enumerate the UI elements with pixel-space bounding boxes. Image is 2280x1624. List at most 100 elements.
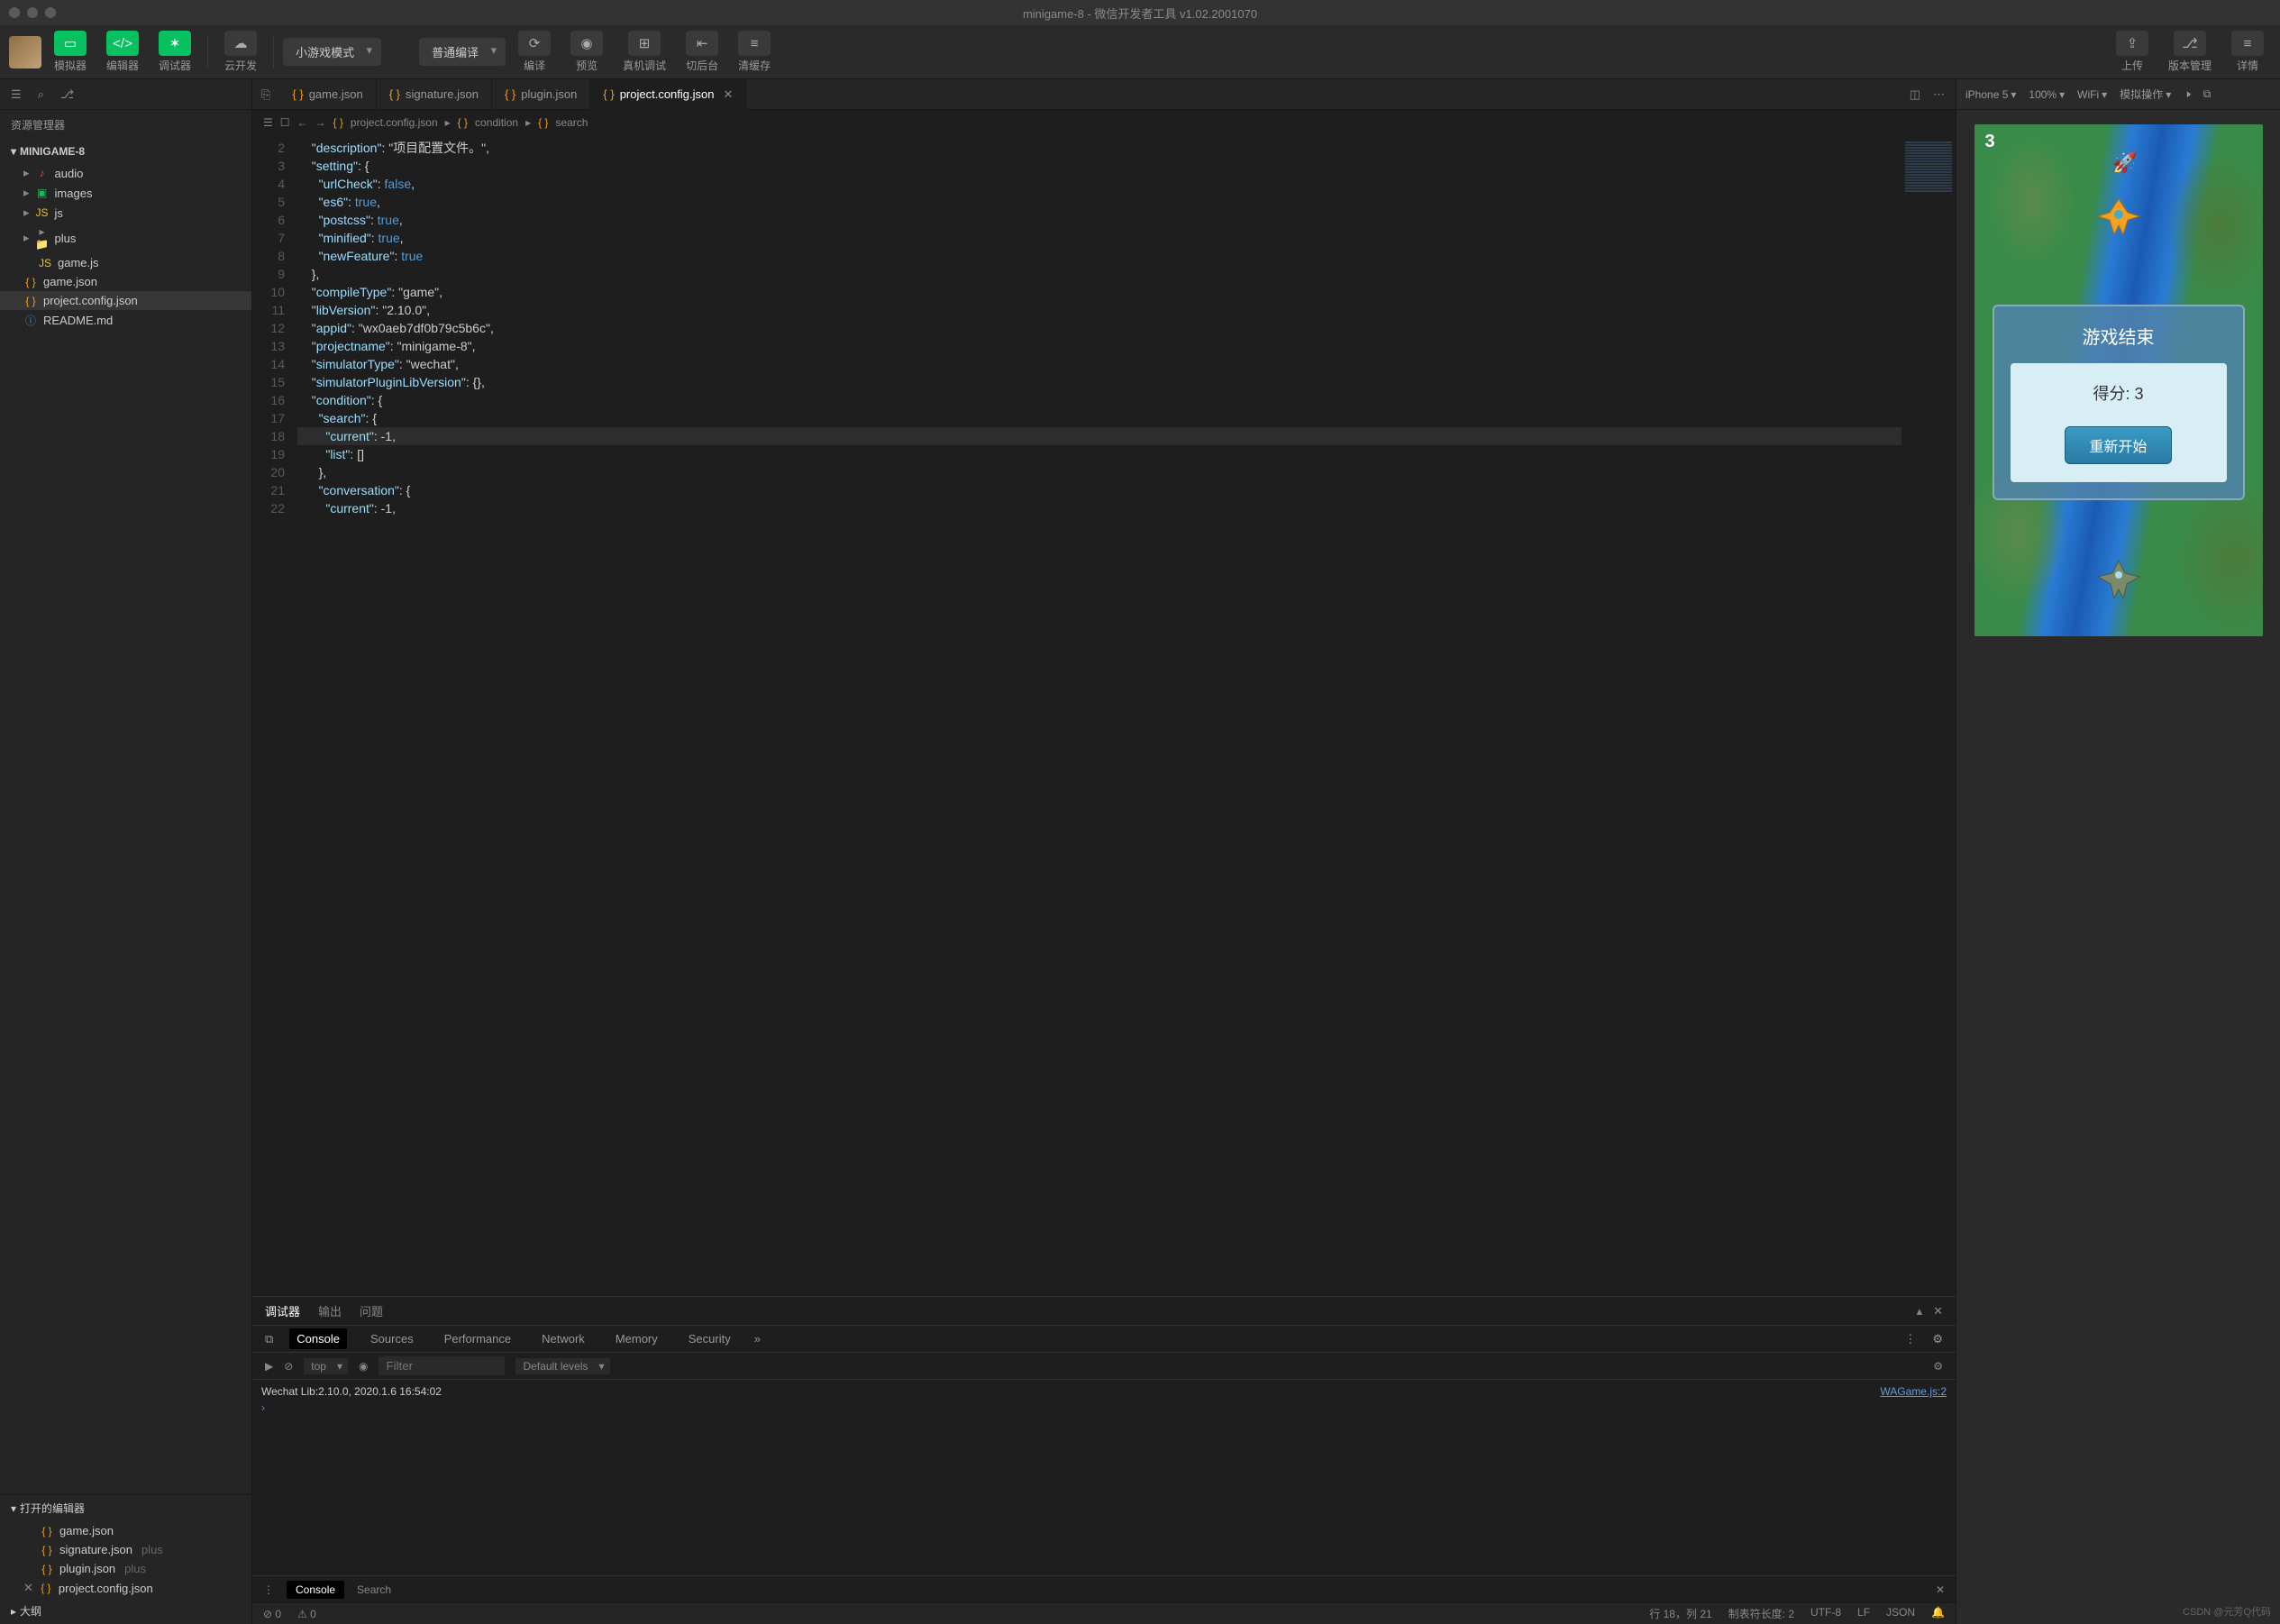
zoom-select[interactable]: 100% ▾ — [2029, 88, 2065, 101]
open-editor-game.json[interactable]: { }game.json — [0, 1521, 251, 1540]
tree-item-project.config.json[interactable]: { }project.config.json — [0, 291, 251, 310]
popout-icon[interactable]: ⧉ — [2203, 87, 2212, 101]
editor-toggle[interactable]: </>编辑器 — [99, 31, 146, 73]
tree-item-plus[interactable]: ▸▸ 📁plus — [0, 223, 251, 253]
tab-project.config.json[interactable]: { }project.config.json✕ — [590, 79, 746, 109]
game-score: 3 — [1985, 132, 1995, 152]
tree-item-game.js[interactable]: JSgame.js — [0, 253, 251, 272]
maximize-window[interactable] — [45, 7, 56, 18]
real-debug-button[interactable]: ⊞真机调试 — [616, 31, 673, 73]
restart-button[interactable]: 重新开始 — [2065, 426, 2171, 464]
mute-icon[interactable]: 🕨 — [2184, 87, 2191, 101]
minimize-window[interactable] — [27, 7, 38, 18]
devtab-console[interactable]: Console — [289, 1328, 347, 1349]
compile-mode-dropdown[interactable]: 普通编译 — [419, 38, 506, 66]
status-tabsize[interactable]: 制表符长度: 2 — [1728, 1606, 1794, 1621]
console-context-select[interactable]: top — [304, 1358, 348, 1374]
user-avatar[interactable] — [9, 36, 41, 68]
status-eol[interactable]: LF — [1857, 1606, 1870, 1621]
version-button[interactable]: ⎇版本管理 — [2161, 31, 2219, 73]
device-select[interactable]: iPhone 5 ▾ — [1965, 88, 2016, 101]
clear-cache-button[interactable]: ≡清缓存 — [731, 31, 778, 73]
tree-item-js[interactable]: ▸JSjs — [0, 203, 251, 223]
minimap[interactable] — [1902, 135, 1956, 1296]
drawer-close-icon[interactable]: ✕ — [1936, 1583, 1945, 1596]
outline-section[interactable]: ▸大纲 — [0, 1598, 251, 1624]
devtab-sources[interactable]: Sources — [363, 1328, 421, 1349]
panel-close-icon[interactable]: ✕ — [1933, 1304, 1943, 1318]
tab-game.json[interactable]: { }game.json — [279, 79, 376, 109]
open-editor-plugin.json[interactable]: { }plugin.jsonplus — [0, 1559, 251, 1578]
search-icon[interactable]: ⌕ — [38, 87, 44, 102]
mode-dropdown[interactable]: 小游戏模式 — [283, 38, 381, 66]
tab-signature.json[interactable]: { }signature.json — [377, 79, 492, 109]
nav-forward-icon[interactable]: → — [315, 116, 326, 129]
window-title: minigame-8 - 微信开发者工具 v1.02.2001070 — [1023, 5, 1257, 22]
breadcrumb-menu-icon[interactable]: ☰ — [263, 116, 273, 129]
console-gear-icon[interactable]: ⚙ — [1933, 1360, 1943, 1373]
game-over-title: 游戏结束 — [2011, 323, 2227, 349]
status-lang[interactable]: JSON — [1886, 1606, 1915, 1621]
split-editor-icon[interactable]: ◫ — [1910, 87, 1920, 102]
devtab-security[interactable]: Security — [681, 1328, 738, 1349]
drawer-menu-icon[interactable]: ⋮ — [263, 1583, 274, 1596]
detail-button[interactable]: ≡详情 — [2224, 31, 2271, 73]
panel-tab-debugger[interactable]: 调试器 — [265, 1302, 300, 1319]
console-source-link[interactable]: WAGame.js:2 — [1880, 1385, 1947, 1398]
open-editors-section[interactable]: ▾打开的编辑器 — [0, 1495, 251, 1521]
status-bell-icon[interactable]: 🔔 — [1931, 1606, 1945, 1621]
panel-collapse-icon[interactable]: ▴ — [1917, 1304, 1923, 1318]
explorer-icon[interactable]: ☰ — [11, 87, 22, 102]
branch-icon[interactable]: ⎇ — [60, 87, 74, 102]
devtools-dock-icon[interactable]: ⧉ — [265, 1332, 273, 1346]
background-button[interactable]: ⇤切后台 — [679, 31, 725, 73]
simulator-toggle[interactable]: ▭模拟器 — [47, 31, 94, 73]
status-warnings[interactable]: ⚠ 0 — [297, 1608, 316, 1620]
cloud-dev-button[interactable]: ☁云开发 — [217, 31, 264, 73]
breadcrumb: ☰ ☐ ← → { }project.config.json▸ { }condi… — [252, 110, 1956, 135]
devtools-menu-icon[interactable]: ⋮ — [1904, 1332, 1916, 1346]
upload-button[interactable]: ⇪上传 — [2109, 31, 2156, 73]
devtab-memory[interactable]: Memory — [608, 1328, 665, 1349]
preview-button[interactable]: ◉预览 — [563, 31, 610, 73]
console-output[interactable]: Wechat Lib:2.10.0, 2020.1.6 16:54:02WAGa… — [252, 1380, 1956, 1575]
panel-tab-output[interactable]: 输出 — [318, 1302, 342, 1319]
console-clear-icon[interactable]: ⊘ — [284, 1360, 293, 1373]
console-filter-input[interactable] — [378, 1356, 505, 1375]
tab-history-icon[interactable]: ⎘ — [252, 87, 279, 102]
editor-tabs: ⎘ { }game.json{ }signature.json{ }plugin… — [252, 79, 1956, 110]
sim-action-select[interactable]: 模拟操作 ▾ — [2120, 87, 2171, 102]
open-editor-project.config.json[interactable]: ✕{ }project.config.json — [0, 1578, 251, 1598]
status-cursor[interactable]: 行 18，列 21 — [1649, 1606, 1711, 1621]
bookmark-icon[interactable]: ☐ — [280, 116, 290, 129]
close-window[interactable] — [9, 7, 20, 18]
network-select[interactable]: WiFi ▾ — [2077, 88, 2107, 101]
console-eye-icon[interactable]: ◉ — [359, 1360, 368, 1373]
titlebar: minigame-8 - 微信开发者工具 v1.02.2001070 — [0, 0, 2280, 25]
tree-item-game.json[interactable]: { }game.json — [0, 272, 251, 291]
compile-button[interactable]: ⟳编译 — [511, 31, 558, 73]
panel-tab-problems[interactable]: 问题 — [360, 1302, 383, 1319]
nav-back-icon[interactable]: ← — [297, 116, 308, 129]
watermark: CSDN @元芳Q代码 — [2183, 1604, 2271, 1619]
status-encoding[interactable]: UTF-8 — [1810, 1606, 1841, 1621]
console-levels-select[interactable]: Default levels — [515, 1358, 609, 1374]
more-icon[interactable]: ⋯ — [1933, 87, 1945, 102]
tree-item-README.md[interactable]: ⓘREADME.md — [0, 310, 251, 331]
tree-item-audio[interactable]: ▸♪audio — [0, 163, 251, 183]
open-editor-signature.json[interactable]: { }signature.jsonplus — [0, 1540, 251, 1559]
game-canvas[interactable]: 3 🚀 游戏结束 得分: 3 重新开始 — [1974, 124, 2263, 636]
drawer-search[interactable]: Search — [357, 1583, 391, 1596]
devtab-network[interactable]: Network — [534, 1328, 592, 1349]
tab-plugin.json[interactable]: { }plugin.json — [492, 79, 590, 109]
devtab-performance[interactable]: Performance — [437, 1328, 518, 1349]
debugger-toggle[interactable]: ✶调试器 — [151, 31, 198, 73]
devtools-settings-icon[interactable]: ⚙ — [1932, 1332, 1943, 1346]
tree-item-images[interactable]: ▸▣images — [0, 183, 251, 203]
console-play-icon[interactable]: ▶ — [265, 1360, 273, 1373]
code-editor[interactable]: 2345678910111213141516171819202122 "desc… — [252, 135, 1956, 1296]
drawer-console[interactable]: Console — [287, 1581, 344, 1599]
project-root[interactable]: ▾MINIGAME-8 — [0, 140, 251, 163]
status-errors[interactable]: ⊘ 0 — [263, 1608, 281, 1620]
devtab-more-icon[interactable]: » — [754, 1332, 761, 1346]
